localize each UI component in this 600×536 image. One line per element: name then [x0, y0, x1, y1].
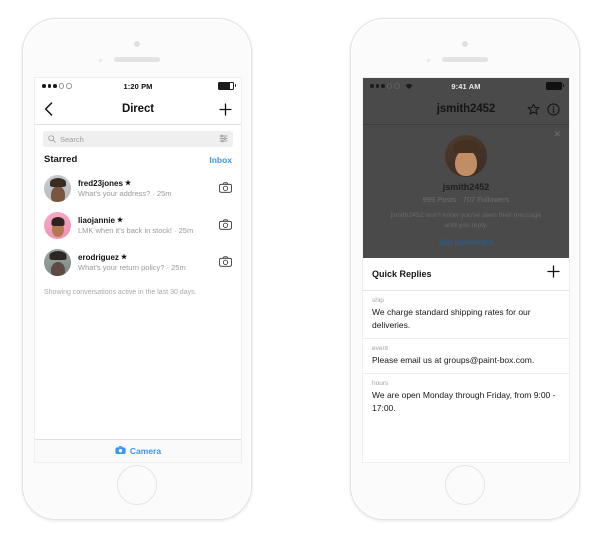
close-icon[interactable]: ✕ [553, 130, 561, 139]
home-button[interactable] [445, 465, 485, 505]
list-item-preview: LMK when it's back in stock! · 25m [78, 226, 194, 236]
front-camera-icon [134, 41, 140, 47]
quick-replies-title: Quick Replies [372, 269, 432, 280]
quick-reply-message: We are open Monday through Friday, from … [372, 390, 556, 413]
info-circle-icon[interactable] [547, 102, 560, 116]
status-bar: 9:41 AM [363, 78, 569, 94]
list-item[interactable]: hours We are open Monday through Friday,… [363, 374, 569, 421]
avatar [44, 212, 71, 239]
proximity-sensor-icon [427, 59, 430, 62]
status-bar-time: 9:41 AM [451, 81, 481, 91]
quick-reply-shortcut: hours [372, 380, 389, 388]
list-item[interactable]: event Please email us at groups@paint-bo… [363, 339, 569, 375]
table-row[interactable]: liaojannie ★ LMK when it's back in stock… [35, 207, 241, 244]
screen-quick-replies: 9:41 AM jsmith2452 ✕ jsmith2452 999 Post… [362, 77, 570, 463]
nav-bar: jsmith2452 [363, 94, 569, 125]
screenshot-canvas: 1:20 PM Direct Search Starred Inbox fred… [0, 0, 600, 536]
quick-reply-shortcut: event [372, 345, 388, 352]
not-interested-button[interactable]: Not interested [363, 238, 569, 247]
camera-icon [115, 442, 126, 460]
quick-replies-list: ship We charge standard shipping rates f… [363, 291, 569, 421]
table-row[interactable]: fred23jones ★ What's your address? · 25m [35, 170, 241, 207]
home-button[interactable] [117, 465, 157, 505]
list-item-username: fred23jones ★ [78, 178, 132, 188]
avatar [445, 135, 487, 177]
quick-reply-shortcut: ship [372, 297, 384, 305]
status-bar-time: 1:20 PM [123, 81, 153, 91]
camera-button-label: Camera [129, 446, 162, 456]
star-icon: ★ [116, 217, 124, 225]
profile-username: jsmith2452 [442, 182, 490, 192]
search-icon [48, 130, 56, 148]
profile-notice: jsmith2452 won't know you've seen their … [390, 212, 542, 230]
list-item-username: erodriguez ★ [78, 252, 128, 262]
nav-bar: Direct [35, 94, 241, 125]
front-camera-icon [462, 41, 468, 47]
star-icon: ★ [124, 180, 132, 188]
earpiece-speaker [114, 57, 160, 62]
camera-icon[interactable] [219, 254, 232, 272]
section-title: Starred [44, 154, 78, 165]
list-item[interactable]: ship We charge standard shipping rates f… [363, 291, 569, 339]
list-item-preview: What's your return policy? · 25m [78, 263, 186, 273]
star-icon: ★ [120, 254, 128, 262]
search-placeholder: Search [60, 134, 84, 144]
list-footer-note: Showing conversations active in the last… [44, 289, 197, 296]
camera-icon[interactable] [219, 180, 232, 198]
table-row[interactable]: erodriguez ★ What's your return policy? … [35, 244, 241, 281]
quick-reply-message: Please email us at groups@paint-box.com. [372, 355, 535, 365]
star-outline-icon[interactable] [527, 103, 540, 116]
earpiece-speaker [442, 57, 488, 62]
phone-device-left: 1:20 PM Direct Search Starred Inbox fred… [22, 18, 252, 520]
section-header-starred: Starred Inbox [35, 150, 241, 170]
plus-icon[interactable] [219, 102, 232, 116]
plus-icon[interactable] [547, 265, 560, 283]
battery-icon [218, 81, 236, 91]
search-input[interactable]: Search [43, 131, 233, 147]
page-title: Direct [122, 103, 154, 115]
chevron-left-icon[interactable] [44, 102, 53, 116]
conversation-list: fred23jones ★ What's your address? · 25m [35, 170, 241, 281]
quick-reply-message: We charge standard shipping rates for ou… [372, 307, 531, 330]
screen-direct-inbox: 1:20 PM Direct Search Starred Inbox fred… [34, 77, 242, 463]
avatar [44, 249, 71, 276]
profile-stats: 999 Posts · 707 Followers [422, 195, 510, 204]
status-bar: 1:20 PM [35, 78, 241, 94]
phone-device-right: 9:41 AM jsmith2452 ✕ jsmith2452 999 Post… [350, 18, 580, 520]
camera-button[interactable]: Camera [35, 439, 241, 462]
quick-replies-header: Quick Replies [363, 258, 569, 292]
list-item-username: liaojannie ★ [78, 215, 124, 225]
search-area: Search [35, 125, 241, 150]
list-item-preview: What's your address? · 25m [78, 189, 172, 199]
sliders-icon[interactable] [219, 130, 228, 148]
profile-overlay: ✕ jsmith2452 999 Posts · 707 Followers j… [363, 125, 569, 259]
proximity-sensor-icon [99, 59, 102, 62]
camera-icon[interactable] [219, 217, 232, 235]
battery-icon [546, 81, 564, 91]
avatar [44, 175, 71, 202]
inbox-link[interactable]: Inbox [209, 155, 232, 165]
